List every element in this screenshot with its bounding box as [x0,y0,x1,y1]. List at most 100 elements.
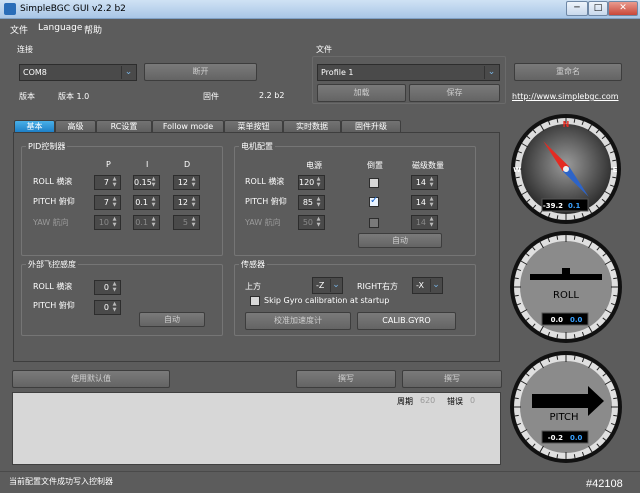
spinner-arrows-icon[interactable]: ▲ ▼ [149,196,158,209]
value: 85 [302,198,313,207]
profile-select[interactable]: Profile 1 ⌄ [317,64,500,81]
tick-mark [613,277,618,280]
motor-pitch-invert-checkbox[interactable] [369,195,379,207]
minimize-button[interactable]: ─ [566,1,588,16]
log-area[interactable]: 周期 620 错误 0 [12,392,501,465]
motor-roll-poles[interactable]: 14 ▲ ▼ [411,175,438,190]
pid-header-p: P [106,160,111,169]
read-button[interactable]: 撰写 [296,370,396,388]
tick-mark [556,355,559,360]
save-button[interactable]: 保存 [409,84,500,102]
tick-mark [514,414,519,417]
tick-mark [612,176,617,179]
menu-file[interactable]: 文件 [10,23,28,36]
pid-pitch-i[interactable]: 0.1 ▲ ▼ [133,195,160,210]
pid-roll-d[interactable]: 12 ▲ ▼ [173,175,200,190]
calibrate-accelerometer-button[interactable]: 校准加速度计 [245,312,351,330]
value: 12 [177,178,188,187]
tick-mark [515,159,520,162]
value: 7 [103,198,109,207]
external-fc-title: 外部飞控感度 [26,259,78,270]
rename-button[interactable]: 重命名 [514,63,622,81]
window-title: SimpleBGC GUI v2.2 b2 [20,4,126,14]
sensor-top-select[interactable]: -Z ⌄ [312,277,343,294]
motor-pitch-poles[interactable]: 14 ▲ ▼ [411,195,438,210]
spinner-arrows-icon[interactable]: ▲ ▼ [110,176,119,189]
spinner-arrows-icon[interactable]: ▲ ▼ [427,176,436,189]
spinner-arrows-icon: ▲ ▼ [191,216,196,228]
main-window: SimpleBGC GUI v2.2 b2 ─ □ ✕ 文件 Language … [0,0,640,493]
tick-mark [556,118,559,123]
pitch-value: -0.2 [548,434,563,442]
pid-roll-i[interactable]: 0.15 ▲ ▼ [133,175,160,190]
value: 50 [302,218,313,227]
spinner-arrows-icon[interactable]: ▲ ▼ [189,176,198,189]
spinner-arrows-icon[interactable]: ▲ ▼ [314,196,323,209]
value: 0 [103,303,109,312]
port-select[interactable]: COM8 ⌄ [19,64,137,81]
motor-auto-button[interactable]: 自动 [358,233,442,248]
motor-header-poles: 磁级数量 [412,161,444,170]
value: 120 [299,178,315,187]
title-bar: SimpleBGC GUI v2.2 b2 ─ □ ✕ [0,0,640,19]
value: 14 [415,178,426,187]
spinner-arrows-icon: ▲ ▼ [429,216,434,228]
motor-roll-power[interactable]: 120 ▲ ▼ [298,175,325,190]
profile-value: Profile 1 [321,68,354,77]
spinner-arrows-icon[interactable]: ▲ ▼ [427,196,436,209]
port-value: COM8 [23,68,47,77]
spinner-arrows-icon[interactable]: ▲ ▼ [110,301,119,314]
pitch-gauge: PITCH -0.2 0.0 [510,351,622,463]
sensor-title: 传感器 [239,259,267,270]
motor-title: 电机配置 [239,141,275,152]
version-label: 版本 [19,92,35,101]
calibrate-gyro-button[interactable]: CALIB.GYRO [357,312,456,330]
pid-pitch-d[interactable]: 12 ▲ ▼ [173,195,200,210]
pid-pitch-label: PITCH 俯仰 [33,197,75,206]
external-pitch-gain[interactable]: 0 ▲ ▼ [94,300,121,315]
value: 0 [103,283,109,292]
pid-yaw-d: 5 ▲ ▼ [173,215,200,230]
external-roll-label: ROLL 横滚 [33,282,73,291]
spinner-arrows-icon: ▲ ▼ [316,216,321,228]
tick-mark [613,414,618,417]
disconnect-button[interactable]: 断开 [144,63,257,81]
spinner-arrows-icon[interactable]: ▲ ▼ [314,176,323,189]
motor-roll-label: ROLL 横滚 [245,177,285,186]
external-roll-gain[interactable]: 0 ▲ ▼ [94,280,121,295]
write-button[interactable]: 撰写 [402,370,502,388]
external-auto-button[interactable]: 自动 [139,312,205,327]
app-icon [4,3,16,15]
load-button[interactable]: 加载 [317,84,406,102]
close-button[interactable]: ✕ [608,1,638,16]
spinner-arrows-icon[interactable]: ▲ ▼ [110,281,119,294]
spinner-arrows-icon[interactable]: ▲ ▼ [149,176,158,189]
cycle-label: 周期 [397,397,413,406]
use-defaults-button[interactable]: 使用默认值 [12,370,170,388]
tick-mark [556,334,559,339]
website-link[interactable]: http://www.simplebgc.com [512,92,619,101]
error-value: 0 [470,396,476,405]
sensor-right-value: -X [416,281,424,290]
menu-help[interactable]: 帮助 [84,23,102,36]
spinner-arrows-icon[interactable]: ▲ ▼ [189,196,198,209]
skip-gyro-checkbox[interactable] [250,296,260,306]
pid-roll-p[interactable]: 7 ▲ ▼ [94,175,121,190]
roll-label: ROLL [553,290,579,301]
pid-roll-label: ROLL 横滚 [33,177,73,186]
motor-yaw-invert-checkbox [369,218,379,228]
tick-mark [556,454,559,459]
compass-north: N [563,120,570,129]
menu-language[interactable]: Language [38,23,82,33]
value: 10 [98,218,109,227]
spinner-arrows-icon[interactable]: ▲ ▼ [110,196,119,209]
tick-mark [573,235,576,240]
pid-pitch-p[interactable]: 7 ▲ ▼ [94,195,121,210]
tick-mark [514,294,519,297]
sensor-right-select[interactable]: -X ⌄ [412,277,443,294]
pitch-label: PITCH [549,412,578,423]
pitch-value2: 0.0 [570,434,583,442]
motor-roll-invert-checkbox[interactable] [369,178,379,188]
motor-pitch-power[interactable]: 85 ▲ ▼ [298,195,325,210]
maximize-button[interactable]: □ [588,1,608,16]
